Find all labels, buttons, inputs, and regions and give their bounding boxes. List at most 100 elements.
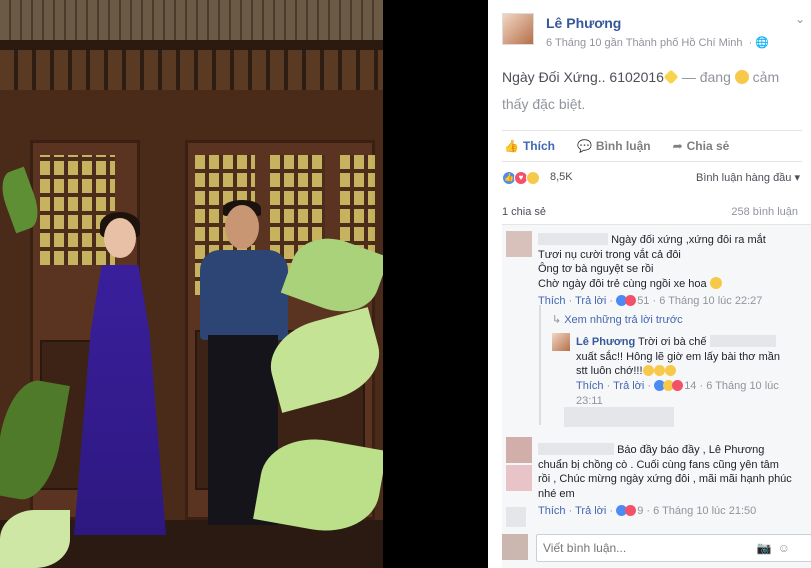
comment-actions: Thích · Trả lời · 51 · 6 Tháng 10 lúc 22… bbox=[538, 295, 763, 307]
redacted-block bbox=[564, 407, 674, 427]
redacted-name[interactable] bbox=[538, 233, 608, 245]
laughing-face-icon bbox=[734, 70, 749, 84]
commenter-avatar[interactable] bbox=[506, 437, 532, 463]
author-avatar[interactable] bbox=[502, 13, 534, 45]
roof-tiles bbox=[0, 0, 383, 40]
reply-time[interactable]: 6 Tháng 10 lúc bbox=[706, 380, 779, 392]
woman-face bbox=[104, 218, 136, 258]
comment-like-link[interactable]: Thích bbox=[538, 295, 566, 307]
like-label: Thích bbox=[522, 139, 555, 153]
plant-leaf bbox=[0, 510, 70, 568]
share-count[interactable]: 1 chia sẻ bbox=[502, 206, 546, 218]
feeling-prefix: — đang bbox=[681, 69, 731, 85]
globe-icon: 🌐 bbox=[755, 37, 770, 49]
reply-text: Trời ơi bà chế bbox=[638, 336, 707, 348]
reply-body: Lê Phương Trời ơi bà chế xuất sắc!! Hông… bbox=[576, 335, 806, 379]
viewer-avatar bbox=[502, 534, 528, 560]
post-author[interactable]: Lê Phương bbox=[546, 15, 621, 31]
comment-line: Báo đầy báo đầy , Lê Phương bbox=[538, 443, 806, 458]
comment-reaction-count[interactable]: 51 bbox=[637, 295, 649, 307]
comment-ranking-dropdown[interactable]: Bình luận hàng đầu ▾ bbox=[696, 171, 800, 184]
comment-button[interactable]: 💬 Bình luận bbox=[577, 139, 651, 153]
reaction-count[interactable]: 8,5K bbox=[550, 171, 573, 183]
comment-reply-link[interactable]: Trả lời bbox=[575, 295, 606, 307]
comment-actions: Thích · Trả lời · 9 · 6 Tháng 10 lúc 21:… bbox=[538, 505, 757, 517]
love-reaction-icon bbox=[672, 380, 684, 391]
grin-icon bbox=[642, 365, 654, 376]
reply-line: Lê Phương Trời ơi bà chế bbox=[576, 335, 806, 350]
comment-line: Chờ ngày đôi trẻ cùng ngồi xe hoa bbox=[538, 276, 806, 292]
post-date[interactable]: 6 Tháng 10 gần Thành phố Hồ Chí Minh bbox=[546, 37, 743, 49]
like-button[interactable]: 👍 Thích bbox=[504, 139, 555, 153]
comment-list: Ngày đối xứng ,xứng đôi ra mắt Tươi nụ c… bbox=[502, 224, 811, 568]
comment-time[interactable]: 6 Tháng 10 lúc 21:50 bbox=[653, 505, 756, 517]
smiley-icon[interactable]: ☺ bbox=[778, 541, 796, 555]
reply-reaction-count[interactable]: 14 bbox=[684, 380, 696, 392]
commenter-avatar-partial bbox=[506, 507, 526, 527]
reply-thread-line bbox=[539, 305, 541, 425]
comment-body: Báo đầy báo đầy , Lê Phương chuẩn bị chồ… bbox=[538, 443, 806, 501]
roof-edge bbox=[0, 40, 383, 50]
share-arrow-icon: ➦ bbox=[672, 139, 683, 153]
post-header: Lê Phương 6 Tháng 10 gần Thành phố Hồ Ch… bbox=[488, 0, 811, 56]
commenter-avatar-partial bbox=[506, 465, 532, 491]
post-photo[interactable] bbox=[0, 0, 383, 568]
comment-text: rồi , Chúc mừng ngày xứng đôi , mãi mãi … bbox=[538, 473, 792, 485]
man-blue-shirt bbox=[200, 250, 288, 340]
comment-like-link[interactable]: Thích bbox=[538, 505, 566, 517]
comment-text: Tươi nụ cười trong vắt cả đôi bbox=[538, 248, 681, 261]
laughing-face-icon bbox=[709, 276, 722, 289]
reply-author-avatar[interactable] bbox=[552, 333, 570, 351]
composer-icons: 📷☺ bbox=[757, 541, 796, 555]
comment-label: Bình luận bbox=[595, 139, 651, 153]
reply-line: stt luôn chớ!!! bbox=[576, 364, 806, 379]
post-side-panel: Lê Phương 6 Tháng 10 gần Thành phố Hồ Ch… bbox=[488, 0, 811, 568]
post-counts: 1 chia sẻ 258 bình luận bbox=[502, 206, 798, 218]
reply-author[interactable]: Lê Phương bbox=[576, 336, 635, 348]
reply-text: xuất sắc!! Hông lẽ giờ em lấy bài thơ mầ… bbox=[576, 350, 780, 363]
post-actions: 👍 Thích 💬 Bình luận ➦ Chia sẻ bbox=[502, 130, 802, 162]
comment-reply-link[interactable]: Trả lời bbox=[575, 505, 606, 517]
camera-icon[interactable]: 📷 bbox=[757, 541, 778, 555]
post-text: Ngày Đối Xứng.. 6102016 — đang cảm thấy … bbox=[502, 64, 802, 118]
man-face bbox=[225, 205, 259, 249]
reactions-bar: 👍 ♥ 8,5K Bình luận hàng đầu ▾ bbox=[502, 166, 811, 190]
carved-eave bbox=[0, 50, 383, 90]
reply-text: stt luôn chớ!!! bbox=[576, 365, 643, 377]
grin-icon bbox=[653, 365, 665, 376]
sparkles-icon bbox=[663, 69, 679, 85]
comment-body: Ngày đối xứng ,xứng đôi ra mắt Tươi nụ c… bbox=[538, 233, 806, 291]
door-lattice bbox=[40, 155, 115, 265]
view-previous-replies[interactable]: ↳ Xem những trả lời trước bbox=[552, 313, 683, 326]
share-label: Chia sẻ bbox=[686, 139, 730, 153]
comment-line: Ngày đối xứng ,xứng đôi ra mắt bbox=[538, 233, 806, 248]
love-reaction-icon bbox=[625, 505, 637, 516]
meta-separator: · bbox=[748, 37, 753, 49]
redacted-name[interactable] bbox=[538, 443, 614, 455]
reply-reply-link[interactable]: Trả lời bbox=[613, 380, 644, 392]
post-message: Ngày Đối Xứng.. 6102016 bbox=[502, 69, 664, 85]
comment-composer: 📷☺ bbox=[502, 534, 811, 562]
reaction-icons[interactable]: 👍 ♥ bbox=[502, 171, 540, 185]
speech-bubble-icon: 💬 bbox=[576, 139, 592, 153]
commenter-avatar[interactable] bbox=[506, 231, 532, 257]
comment-text: Chờ ngày đôi trẻ cùng ngồi xe hoa bbox=[538, 277, 707, 290]
view-replies-label: Xem những trả lời trước bbox=[564, 314, 683, 326]
comment-time[interactable]: 6 Tháng 10 lúc 22:27 bbox=[659, 295, 762, 307]
reply-arrow-icon: ↳ bbox=[552, 314, 562, 326]
redacted-name[interactable] bbox=[709, 335, 776, 347]
chevron-down-icon[interactable]: ⌄ bbox=[795, 12, 805, 26]
post-meta: 6 Tháng 10 gần Thành phố Hồ Chí Minh · 🌐 bbox=[546, 36, 769, 49]
comment-text: Ngày đối xứng ,xứng đôi ra mắt bbox=[611, 234, 766, 246]
comment-count[interactable]: 258 bình luận bbox=[731, 206, 798, 218]
comment-text: nhé em bbox=[538, 487, 575, 500]
love-reaction-icon bbox=[625, 295, 637, 306]
comment-text: Báo đầy báo đầy , Lê Phương bbox=[617, 444, 765, 456]
wow-reaction-icon bbox=[526, 171, 540, 185]
comment-reaction-count[interactable]: 9 bbox=[637, 505, 643, 517]
share-button[interactable]: ➦ Chia sẻ bbox=[673, 139, 730, 153]
thumb-up-icon: 👍 bbox=[504, 139, 519, 153]
reply-like-link[interactable]: Thích bbox=[576, 380, 604, 392]
comment-text: Ông tơ bà nguyệt se rồi bbox=[538, 263, 654, 275]
reply-time-continued[interactable]: 23:11 bbox=[576, 395, 603, 407]
